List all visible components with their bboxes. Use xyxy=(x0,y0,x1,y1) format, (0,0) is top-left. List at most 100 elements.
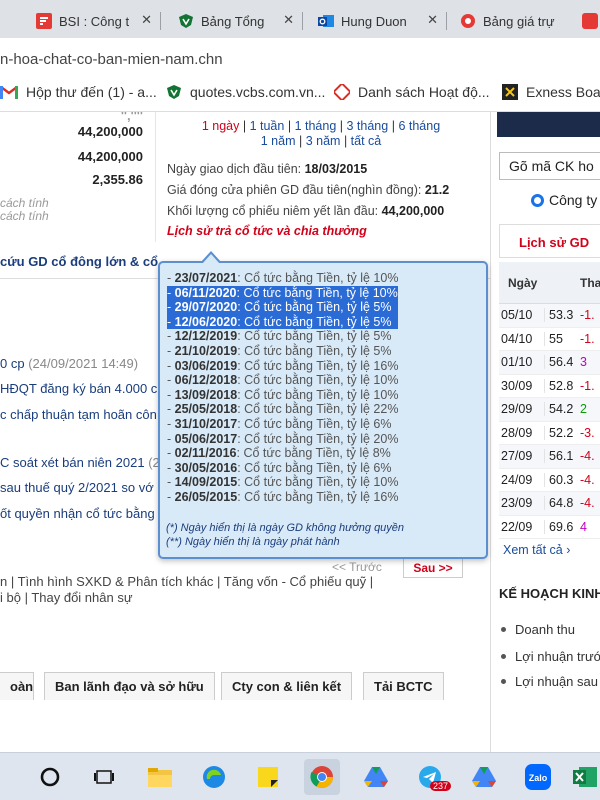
tab-tong-quan[interactable]: oàn xyxy=(0,672,34,700)
red-icon xyxy=(582,13,598,29)
section-title[interactable]: cứu GD cổ đông lớn & cổ xyxy=(0,254,158,269)
edge-icon[interactable] xyxy=(196,759,232,795)
calc-note[interactable]: cách tính xyxy=(0,196,49,210)
row-date: 23/09 xyxy=(501,496,533,511)
browser-tab-bar: BSI : Công t ✕ Bảng Tổng ✕ Hung Duon ✕ B… xyxy=(0,0,600,38)
category-links[interactable]: n | Tình hình SXKD & Phân tích khác | Tă… xyxy=(0,574,373,589)
period-1-month[interactable]: 1 tháng xyxy=(295,119,337,133)
dividend-item[interactable]: - 05/06/2017: Cổ tức bằng Tiền, tỷ lệ 20… xyxy=(167,432,398,447)
browser-tab-bsi[interactable]: BSI : Công t ✕ xyxy=(28,6,158,36)
dividend-text: Cổ tức bằng Tiền, tỷ lệ 5% xyxy=(244,343,392,358)
row-price: 54.2 xyxy=(544,402,576,417)
gmail-icon xyxy=(0,85,18,99)
tab-trading-history[interactable]: Lịch sử GD xyxy=(499,224,600,258)
dividend-item[interactable]: - 29/07/2020: Cổ tức bằng Tiền, tỷ lệ 5% xyxy=(167,300,399,315)
row-price: 53.3 xyxy=(544,308,576,323)
dividend-item[interactable]: - 25/05/2018: Cổ tức bằng Tiền, tỷ lệ 22… xyxy=(167,402,398,417)
plan-item[interactable]: Lợi nhuận sau xyxy=(501,674,598,689)
row-date: 28/09 xyxy=(501,425,533,440)
tab-cty-con[interactable]: Cty con & liên kết xyxy=(221,672,353,700)
browser-tab-extra[interactable] xyxy=(580,6,600,36)
dividend-item[interactable]: - 02/11/2016: Cổ tức bằng Tiền, tỷ lệ 8% xyxy=(167,446,398,461)
bookmark-hoat-dong[interactable]: Danh sách Hoạt độ... xyxy=(334,84,490,100)
bookmark-gmail[interactable]: Hộp thư đến (1) - a... xyxy=(0,84,157,100)
dividend-item[interactable]: - 31/10/2017: Cổ tức bằng Tiền, tỷ lệ 6% xyxy=(167,417,398,432)
tab-ban-lanh-dao[interactable]: Ban lãnh đạo và sở hữu xyxy=(44,672,215,700)
dividend-text: Cổ tức bằng Tiền, tỷ lệ 10% xyxy=(244,271,399,285)
tab-title: Hung Duon xyxy=(341,13,407,29)
task-view-icon[interactable] xyxy=(86,759,122,795)
row-date: 05/10 xyxy=(501,308,533,323)
category-links-2[interactable]: i bộ | Thay đổi nhân sự xyxy=(0,590,133,605)
dividend-text: Cổ tức bằng Tiền, tỷ lệ 5% xyxy=(244,300,392,315)
tab-divider xyxy=(302,12,303,30)
news-item[interactable]: c chấp thuận tạm hoãn côn xyxy=(0,407,157,422)
period-all[interactable]: tất cả xyxy=(351,134,382,148)
dividend-text: Cổ tức bằng Tiền, tỷ lệ 16% xyxy=(244,489,399,504)
plan-item[interactable]: Lợi nhuận trước xyxy=(501,649,600,664)
bookmark-vcbs[interactable]: quotes.vcbs.com.vn... xyxy=(166,84,325,100)
dividend-item[interactable]: - 12/06/2020: Cổ tức bằng Tiền, tỷ lệ 5% xyxy=(167,314,399,330)
dividend-item[interactable]: - 30/05/2016: Cổ tức bằng Tiền, tỷ lệ 6% xyxy=(167,461,398,476)
row-price: 52.8 xyxy=(544,378,576,393)
dividend-text: Cổ tức bằng Tiền, tỷ lệ 5% xyxy=(244,314,392,329)
period-1-year[interactable]: 1 năm xyxy=(261,134,296,148)
chrome-icon[interactable] xyxy=(304,759,340,795)
dividend-history-popup: - 23/07/2021: Cổ tức bằng Tiền, tỷ lệ 10… xyxy=(158,251,488,559)
dividend-item[interactable]: - 21/10/2019: Cổ tức bằng Tiền, tỷ lệ 5% xyxy=(167,344,398,359)
drive-icon-2[interactable] xyxy=(466,759,502,795)
period-1-week[interactable]: 1 tuần xyxy=(250,119,285,133)
news-item[interactable]: ốt quyền nhận cổ tức bằng xyxy=(0,506,155,521)
search-icon[interactable] xyxy=(32,759,68,795)
radio-selected-icon[interactable] xyxy=(531,193,544,207)
browser-tab-bang-gia[interactable]: Bảng giá trự xyxy=(452,6,582,36)
dividend-item[interactable]: - 23/07/2021: Cổ tức bằng Tiền, tỷ lệ 10… xyxy=(167,271,398,286)
tab-tai-bctc[interactable]: Tải BCTC xyxy=(363,672,444,700)
bookmark-exness[interactable]: Exness Board xyxy=(502,84,600,100)
dividend-history-link[interactable]: Lịch sử trả cổ tức và chia thưởng xyxy=(167,224,367,238)
row-date: 27/09 xyxy=(501,449,533,464)
period-selector: 1 ngày | 1 tuần | 1 tháng | 3 tháng | 6 … xyxy=(201,119,441,133)
prev-page-link[interactable]: << Trước xyxy=(332,560,382,574)
file-explorer-icon[interactable] xyxy=(142,759,178,795)
dividend-item[interactable]: - 14/09/2015: Cổ tức bằng Tiền, tỷ lệ 10… xyxy=(167,475,398,490)
bookmark-label: Danh sách Hoạt độ... xyxy=(358,84,490,100)
browser-tab-bang-tong[interactable]: Bảng Tổng ✕ xyxy=(170,6,300,36)
close-tab-icon[interactable]: ✕ xyxy=(427,12,438,28)
stock-search-input[interactable]: Gõ mã CK ho xyxy=(499,152,600,180)
drive-icon[interactable] xyxy=(358,759,394,795)
period-3-year[interactable]: 3 năm xyxy=(306,134,341,148)
bookmarks-bar: Hộp thư đến (1) - a... quotes.vcbs.com.v… xyxy=(0,76,600,112)
row-change: -4. xyxy=(580,496,595,511)
next-page-button[interactable]: Sau >> xyxy=(403,556,463,578)
dividend-item[interactable]: - 26/05/2015: Cổ tức bằng Tiền, tỷ lệ 16… xyxy=(167,490,398,505)
plan-item[interactable]: Doanh thu xyxy=(501,622,575,637)
calc-note[interactable]: cách tính xyxy=(0,209,49,223)
period-3-month[interactable]: 3 tháng xyxy=(347,119,389,133)
table-row: 22/09 69.6 4 xyxy=(499,516,600,539)
close-tab-icon[interactable]: ✕ xyxy=(141,12,152,28)
excel-icon[interactable] xyxy=(568,759,600,795)
row-price: 60.3 xyxy=(544,472,576,487)
hoat-dong-icon xyxy=(334,84,350,100)
dividend-item[interactable]: - 12/12/2019: Cổ tức bằng Tiền, tỷ lệ 5% xyxy=(167,329,398,344)
news-item[interactable]: sau thuế quý 2/2021 so vớ xyxy=(0,480,154,495)
sticky-notes-icon[interactable] xyxy=(250,759,286,795)
news-item[interactable]: 0 cp (24/09/2021 14:49) xyxy=(0,356,138,371)
dividend-item[interactable]: - 06/12/2018: Cổ tức bằng Tiền, tỷ lệ 10… xyxy=(167,373,398,388)
see-all-link[interactable]: Xem tất cả › xyxy=(503,543,570,557)
address-bar[interactable]: n-hoa-chat-co-ban-mien-nam.chn xyxy=(0,38,600,76)
dividend-date: 26/05/2015 xyxy=(174,489,238,504)
period-6-month[interactable]: 6 tháng xyxy=(398,119,440,133)
dividend-item[interactable]: - 03/06/2019: Cổ tức bằng Tiền, tỷ lệ 16… xyxy=(167,359,398,374)
browser-tab-outlook[interactable]: Hung Duon ✕ xyxy=(310,6,444,36)
period-1-day[interactable]: 1 ngày xyxy=(202,119,240,133)
dividend-item[interactable]: - 13/09/2018: Cổ tức bằng Tiền, tỷ lệ 10… xyxy=(167,388,398,403)
period-selector-row2: 1 năm | 3 năm | tất cả xyxy=(260,134,382,148)
close-tab-icon[interactable]: ✕ xyxy=(283,12,294,28)
zalo-icon[interactable]: Zalo xyxy=(520,759,556,795)
news-item[interactable]: HĐQT đăng ký bán 4.000 c xyxy=(0,381,157,396)
dividend-item[interactable]: - 06/11/2020: Cổ tức bằng Tiền, tỷ lệ 10… xyxy=(167,285,399,301)
company-radio[interactable]: Công ty xyxy=(531,192,597,208)
news-item[interactable]: C soát xét bán niên 2021 (2 xyxy=(0,455,160,470)
